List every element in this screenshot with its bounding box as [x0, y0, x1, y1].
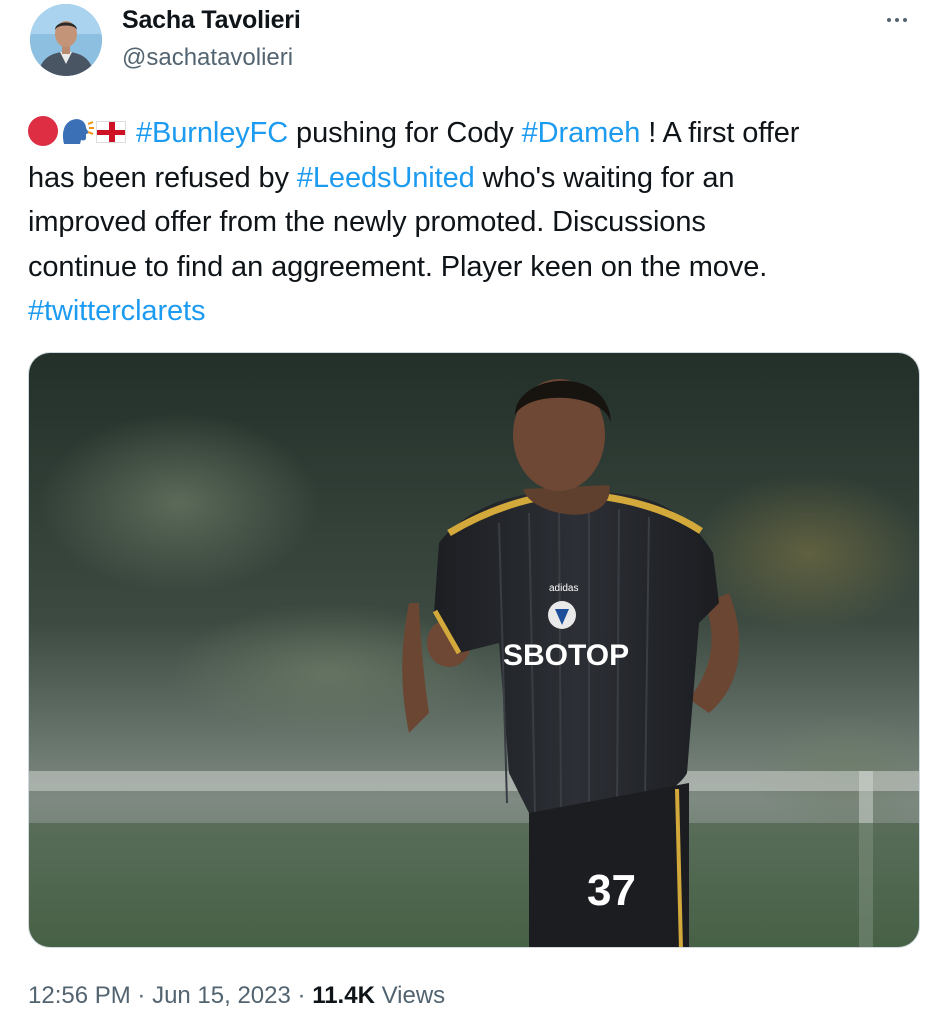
meta-separator: · — [130, 982, 153, 1009]
tweet-text-part: who's waiting for an — [474, 161, 735, 194]
views-label: Views — [374, 982, 446, 1009]
avatar-image — [30, 4, 102, 76]
more-options-icon[interactable] — [877, 0, 917, 40]
tweet-line-1: #BurnleyFC pushing for Cody #Drameh ! A … — [28, 111, 918, 156]
tweet-text-part: ! A first offer — [640, 117, 800, 149]
hashtag-burnleyfc[interactable]: #BurnleyFC — [136, 117, 288, 149]
views-count[interactable]: 11.4K — [312, 982, 375, 1009]
speaking-head-icon — [62, 119, 94, 144]
hashtag-drameh[interactable]: #Drameh — [522, 117, 641, 149]
football-player-photo: adidas SBOTOP 37 — [29, 353, 919, 947]
hashtag-twitterclarets[interactable]: #twitterclarets — [28, 295, 205, 327]
england-flag-icon — [96, 121, 126, 143]
tweet-text-part: pushing for Cody — [288, 117, 522, 149]
tweet-line-2: has been refused by #LeedsUnited who's w… — [28, 156, 918, 201]
shirt-sponsor: SBOTOP — [503, 639, 629, 672]
tweet-time[interactable]: 12:56 PM — [28, 982, 131, 1009]
tweet-line-3: improved offer from the newly promoted. … — [28, 206, 706, 238]
tweet-date[interactable]: Jun 15, 2023 — [152, 982, 291, 1009]
shirt-brand: adidas — [549, 583, 578, 594]
hashtag-leedsunited[interactable]: #LeedsUnited — [297, 162, 475, 194]
tweet-line-5: #twitterclarets — [28, 289, 918, 334]
author-handle[interactable]: @sachatavolieri — [122, 44, 293, 72]
meta-separator: · — [290, 982, 313, 1009]
shirt-number: 37 — [587, 866, 636, 915]
tweet-meta: 12:56 PM · Jun 15, 2023 · 11.4K Views — [28, 982, 445, 1010]
red-circle-icon — [28, 116, 58, 146]
tweet-text: #BurnleyFC pushing for Cody #Drameh ! A … — [28, 111, 918, 334]
tweet-text-part: has been refused by — [28, 161, 297, 194]
tweet-line-4: continue to find an aggreement. Player k… — [28, 250, 768, 283]
tweet-photo[interactable]: adidas SBOTOP 37 — [28, 352, 920, 948]
author-name[interactable]: Sacha Tavolieri — [122, 6, 301, 35]
tweet: Sacha Tavolieri @sachatavolieri #Burnley… — [0, 0, 943, 1024]
avatar[interactable] — [30, 4, 102, 76]
